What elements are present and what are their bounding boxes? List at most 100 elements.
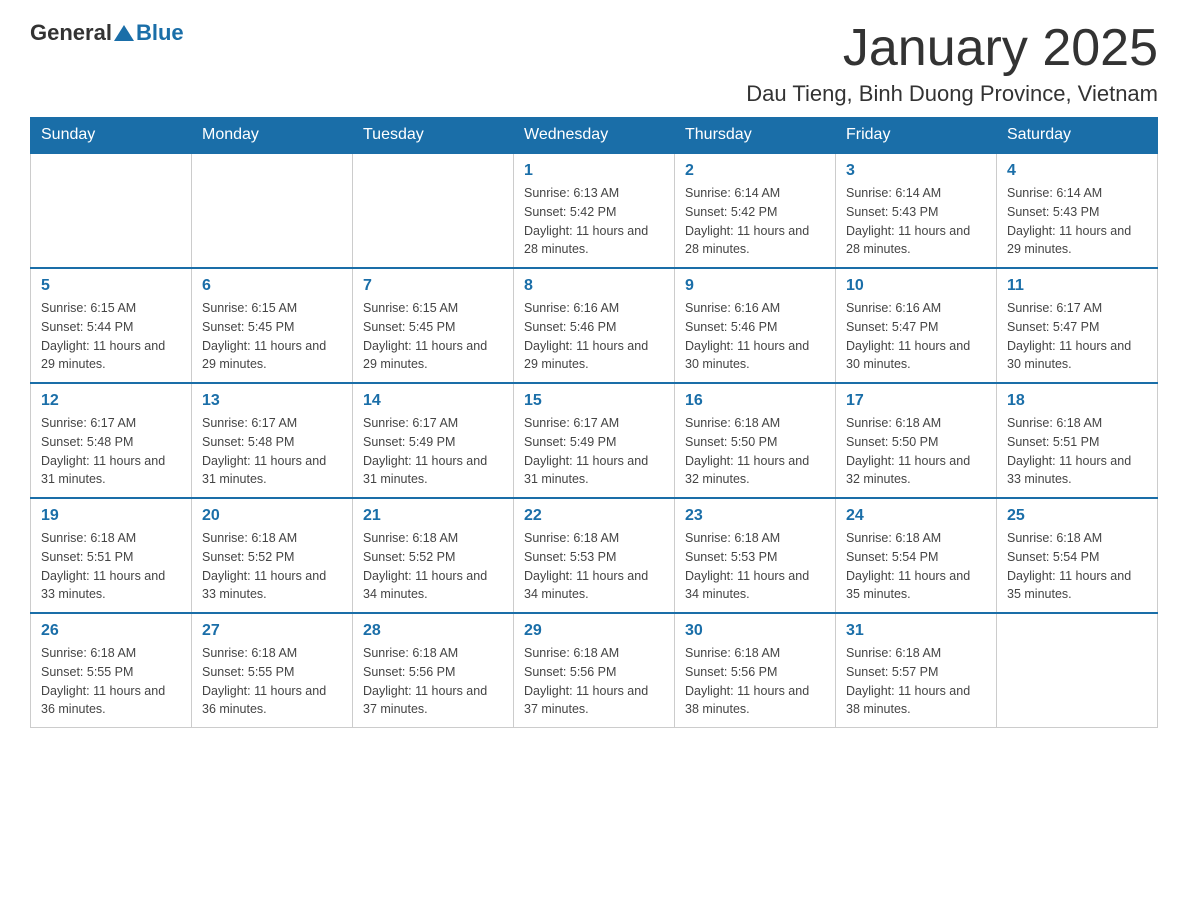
- day-number: 26: [41, 622, 181, 640]
- day-info: Sunrise: 6:16 AMSunset: 5:47 PMDaylight:…: [846, 299, 986, 374]
- calendar-header-sunday: Sunday: [31, 118, 192, 154]
- day-number: 30: [685, 622, 825, 640]
- calendar-cell: 22Sunrise: 6:18 AMSunset: 5:53 PMDayligh…: [514, 498, 675, 613]
- day-info: Sunrise: 6:18 AMSunset: 5:50 PMDaylight:…: [685, 414, 825, 489]
- calendar-cell: 2 Sunrise: 6:14 AMSunset: 5:42 PMDaylight…: [675, 153, 836, 268]
- day-info: Sunrise: 6:18 AMSunset: 5:56 PMDaylight:…: [363, 644, 503, 719]
- main-title: January 2025: [746, 20, 1158, 77]
- calendar-header-tuesday: Tuesday: [353, 118, 514, 154]
- day-info: Sunrise: 6:17 AMSunset: 5:49 PMDaylight:…: [363, 414, 503, 489]
- day-info: Sunrise: 6:18 AMSunset: 5:51 PMDaylight:…: [1007, 414, 1147, 489]
- calendar-cell: 17Sunrise: 6:18 AMSunset: 5:50 PMDayligh…: [836, 383, 997, 498]
- calendar-header-row: SundayMondayTuesdayWednesdayThursdayFrid…: [31, 118, 1158, 154]
- calendar-cell: 25 Sunrise: 6:18 AMSunset: 5:54 PMDayligh…: [997, 498, 1158, 613]
- day-number: 5: [41, 277, 181, 295]
- day-number: 4: [1007, 162, 1147, 180]
- calendar-cell: 15 Sunrise: 6:17 AMSunset: 5:49 PMDayligh…: [514, 383, 675, 498]
- calendar-cell: 11Sunrise: 6:17 AMSunset: 5:47 PMDayligh…: [997, 268, 1158, 383]
- day-info: Sunrise: 6:17 AMSunset: 5:47 PMDaylight:…: [1007, 299, 1147, 374]
- day-number: 2: [685, 162, 825, 180]
- week-row-1: 1 Sunrise: 6:13 AMSunset: 5:42 PMDaylight…: [31, 153, 1158, 268]
- subtitle: Dau Tieng, Binh Duong Province, Vietnam: [746, 81, 1158, 107]
- calendar-cell: 5 Sunrise: 6:15 AMSunset: 5:44 PMDaylight…: [31, 268, 192, 383]
- day-info: Sunrise: 6:18 AMSunset: 5:52 PMDaylight:…: [202, 529, 342, 604]
- calendar-header-monday: Monday: [192, 118, 353, 154]
- title-area: January 2025 Dau Tieng, Binh Duong Provi…: [746, 20, 1158, 107]
- day-number: 21: [363, 507, 503, 525]
- logo-general-text: General: [30, 20, 112, 46]
- calendar-cell: 14Sunrise: 6:17 AMSunset: 5:49 PMDayligh…: [353, 383, 514, 498]
- day-number: 31: [846, 622, 986, 640]
- week-row-4: 19Sunrise: 6:18 AMSunset: 5:51 PMDayligh…: [31, 498, 1158, 613]
- day-info: Sunrise: 6:18 AMSunset: 5:53 PMDaylight:…: [685, 529, 825, 604]
- day-info: Sunrise: 6:16 AMSunset: 5:46 PMDaylight:…: [524, 299, 664, 374]
- day-number: 6: [202, 277, 342, 295]
- calendar-cell: 31Sunrise: 6:18 AMSunset: 5:57 PMDayligh…: [836, 613, 997, 728]
- calendar-cell: 9 Sunrise: 6:16 AMSunset: 5:46 PMDaylight…: [675, 268, 836, 383]
- logo-triangle-icon: [114, 25, 134, 41]
- day-number: 16: [685, 392, 825, 410]
- calendar-cell: [192, 153, 353, 268]
- day-number: 28: [363, 622, 503, 640]
- calendar-cell: 27 Sunrise: 6:18 AMSunset: 5:55 PMDayligh…: [192, 613, 353, 728]
- day-number: 20: [202, 507, 342, 525]
- day-number: 15: [524, 392, 664, 410]
- day-info: Sunrise: 6:15 AMSunset: 5:45 PMDaylight:…: [363, 299, 503, 374]
- calendar-cell: 23 Sunrise: 6:18 AMSunset: 5:53 PMDayligh…: [675, 498, 836, 613]
- logo: General Blue: [30, 20, 184, 46]
- day-info: Sunrise: 6:14 AMSunset: 5:43 PMDaylight:…: [1007, 184, 1147, 259]
- calendar-cell: 16 Sunrise: 6:18 AMSunset: 5:50 PMDayligh…: [675, 383, 836, 498]
- day-number: 8: [524, 277, 664, 295]
- calendar-cell: 19Sunrise: 6:18 AMSunset: 5:51 PMDayligh…: [31, 498, 192, 613]
- day-info: Sunrise: 6:18 AMSunset: 5:55 PMDaylight:…: [202, 644, 342, 719]
- day-info: Sunrise: 6:18 AMSunset: 5:50 PMDaylight:…: [846, 414, 986, 489]
- day-info: Sunrise: 6:16 AMSunset: 5:46 PMDaylight:…: [685, 299, 825, 374]
- day-info: Sunrise: 6:17 AMSunset: 5:48 PMDaylight:…: [41, 414, 181, 489]
- day-number: 13: [202, 392, 342, 410]
- day-number: 29: [524, 622, 664, 640]
- day-info: Sunrise: 6:18 AMSunset: 5:56 PMDaylight:…: [685, 644, 825, 719]
- calendar-cell: 4 Sunrise: 6:14 AMSunset: 5:43 PMDaylight…: [997, 153, 1158, 268]
- day-number: 7: [363, 277, 503, 295]
- calendar-cell: 21 Sunrise: 6:18 AMSunset: 5:52 PMDayligh…: [353, 498, 514, 613]
- calendar-cell: 1 Sunrise: 6:13 AMSunset: 5:42 PMDaylight…: [514, 153, 675, 268]
- day-info: Sunrise: 6:13 AMSunset: 5:42 PMDaylight:…: [524, 184, 664, 259]
- day-info: Sunrise: 6:15 AMSunset: 5:45 PMDaylight:…: [202, 299, 342, 374]
- calendar-table: SundayMondayTuesdayWednesdayThursdayFrid…: [30, 117, 1158, 728]
- day-number: 9: [685, 277, 825, 295]
- day-info: Sunrise: 6:18 AMSunset: 5:54 PMDaylight:…: [846, 529, 986, 604]
- day-number: 25: [1007, 507, 1147, 525]
- day-number: 27: [202, 622, 342, 640]
- day-info: Sunrise: 6:14 AMSunset: 5:43 PMDaylight:…: [846, 184, 986, 259]
- calendar-cell: 26 Sunrise: 6:18 AMSunset: 5:55 PMDayligh…: [31, 613, 192, 728]
- calendar-cell: [353, 153, 514, 268]
- calendar-cell: 13 Sunrise: 6:17 AMSunset: 5:48 PMDayligh…: [192, 383, 353, 498]
- calendar-cell: 8 Sunrise: 6:16 AMSunset: 5:46 PMDaylight…: [514, 268, 675, 383]
- day-info: Sunrise: 6:18 AMSunset: 5:55 PMDaylight:…: [41, 644, 181, 719]
- calendar-cell: 24 Sunrise: 6:18 AMSunset: 5:54 PMDayligh…: [836, 498, 997, 613]
- week-row-2: 5 Sunrise: 6:15 AMSunset: 5:44 PMDaylight…: [31, 268, 1158, 383]
- calendar-header-thursday: Thursday: [675, 118, 836, 154]
- day-number: 1: [524, 162, 664, 180]
- day-info: Sunrise: 6:18 AMSunset: 5:54 PMDaylight:…: [1007, 529, 1147, 604]
- calendar-cell: 18Sunrise: 6:18 AMSunset: 5:51 PMDayligh…: [997, 383, 1158, 498]
- page-header: General Blue January 2025 Dau Tieng, Bin…: [30, 20, 1158, 107]
- day-info: Sunrise: 6:18 AMSunset: 5:52 PMDaylight:…: [363, 529, 503, 604]
- calendar-cell: 29 Sunrise: 6:18 AMSunset: 5:56 PMDayligh…: [514, 613, 675, 728]
- day-info: Sunrise: 6:17 AMSunset: 5:49 PMDaylight:…: [524, 414, 664, 489]
- day-info: Sunrise: 6:15 AMSunset: 5:44 PMDaylight:…: [41, 299, 181, 374]
- day-number: 24: [846, 507, 986, 525]
- calendar-cell: [31, 153, 192, 268]
- week-row-3: 12Sunrise: 6:17 AMSunset: 5:48 PMDayligh…: [31, 383, 1158, 498]
- day-info: Sunrise: 6:18 AMSunset: 5:56 PMDaylight:…: [524, 644, 664, 719]
- calendar-cell: 6 Sunrise: 6:15 AMSunset: 5:45 PMDaylight…: [192, 268, 353, 383]
- calendar-header-saturday: Saturday: [997, 118, 1158, 154]
- calendar-header-friday: Friday: [836, 118, 997, 154]
- day-number: 23: [685, 507, 825, 525]
- calendar-cell: [997, 613, 1158, 728]
- day-info: Sunrise: 6:17 AMSunset: 5:48 PMDaylight:…: [202, 414, 342, 489]
- day-number: 3: [846, 162, 986, 180]
- day-info: Sunrise: 6:14 AMSunset: 5:42 PMDaylight:…: [685, 184, 825, 259]
- calendar-header-wednesday: Wednesday: [514, 118, 675, 154]
- calendar-cell: 3 Sunrise: 6:14 AMSunset: 5:43 PMDaylight…: [836, 153, 997, 268]
